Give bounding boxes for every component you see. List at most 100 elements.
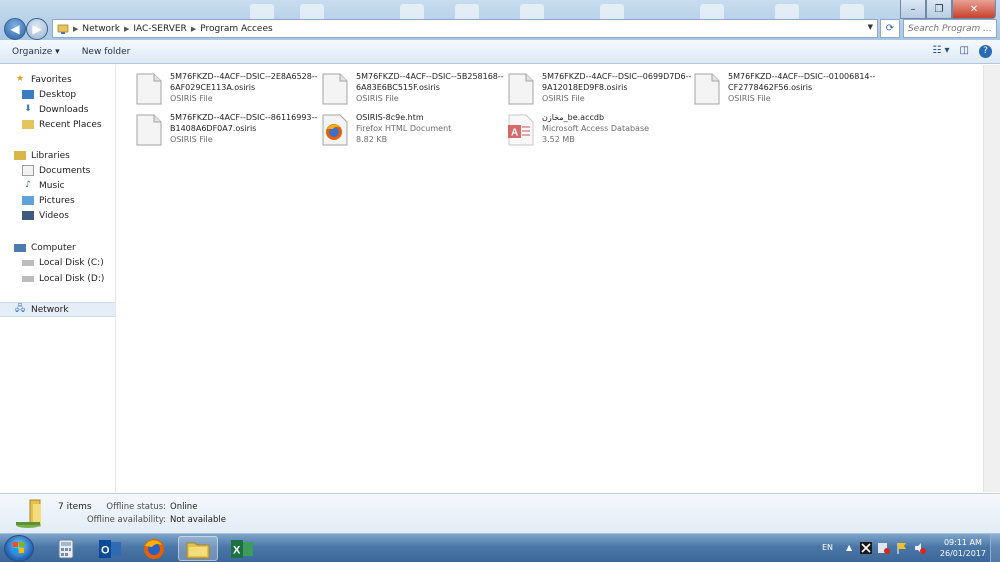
sidebar-item-label: Documents: [39, 165, 91, 176]
chevron-down-icon[interactable]: ▼: [868, 23, 873, 31]
file-size: 3.52 MB: [542, 135, 575, 144]
close-button[interactable]: ✕: [952, 0, 996, 19]
show-hidden-icons-icon[interactable]: ▲: [846, 543, 852, 552]
windows-logo-icon: [13, 542, 24, 553]
file-item[interactable]: OSIRIS-8c9e.htm Firefox HTML Document 8.82…: [322, 112, 502, 152]
arrow-left-icon: ◀: [10, 22, 20, 36]
file-item[interactable]: A مخازن_be.accdb Microsoft Access Databas…: [508, 112, 688, 152]
offline-status-label: Offline status:: [106, 502, 166, 512]
file-name: 5M76FKZD--4ACF--DSIC--5B258168--6A83E6BC…: [356, 72, 504, 92]
file-name: OSIRIS-8c9e.htm: [356, 113, 424, 122]
blank-file-icon: [694, 73, 720, 105]
star-icon: ★: [15, 74, 25, 84]
file-name: 5M76FKZD--4ACF--DSIC--0699D7D6--9A12018E…: [542, 72, 692, 92]
libraries-icon: [14, 151, 26, 160]
file-size: 8.82 KB: [356, 135, 388, 144]
new-folder-button[interactable]: New folder: [82, 47, 131, 57]
file-type: OSIRIS File: [542, 94, 585, 103]
svg-text:X: X: [233, 544, 241, 556]
file-name: 5M76FKZD--4ACF--DSIC--2E8A6528--6AF029CE…: [170, 72, 318, 92]
preview-pane-icon[interactable]: ◫: [960, 45, 969, 58]
vertical-scrollbar[interactable]: [983, 65, 1000, 492]
videos-icon: [22, 211, 34, 220]
language-indicator[interactable]: EN: [822, 543, 833, 552]
downloads-icon: ⬇: [24, 104, 32, 114]
sidebar-item-label: Libraries: [31, 150, 70, 161]
sidebar-item-label: Desktop: [39, 89, 77, 100]
change-view-icon[interactable]: ☷ ▾: [932, 45, 949, 58]
clock-time: 09:11 AM: [943, 538, 982, 547]
network-folder-large-icon: [16, 499, 41, 528]
drive-icon: [22, 275, 34, 282]
recent-places-icon: [22, 120, 34, 129]
file-type: OSIRIS File: [170, 94, 213, 103]
access-database-icon: A: [508, 114, 534, 146]
svg-text:A: A: [511, 128, 518, 139]
action-center-flag-icon[interactable]: [896, 542, 908, 554]
offline-availability-value: Not available: [170, 515, 226, 525]
file-type: Firefox HTML Document: [356, 124, 452, 133]
sidebar-item-label: Local Disk (C:): [39, 257, 104, 268]
file-type: OSIRIS File: [170, 135, 213, 144]
pictures-icon: [22, 196, 34, 205]
help-icon[interactable]: ?: [979, 45, 992, 58]
back-button[interactable]: ◀: [4, 18, 26, 40]
blank-file-icon: [322, 73, 348, 105]
volume-muted-icon[interactable]: [914, 542, 926, 554]
tray-alert-icon[interactable]: [878, 542, 890, 554]
firefox-icon: [144, 538, 164, 559]
organize-button[interactable]: Organize ▾: [12, 47, 60, 57]
taskbar-outlook[interactable]: O: [90, 536, 130, 561]
show-desktop-button[interactable]: [990, 534, 1000, 562]
arrow-right-icon: ▶: [32, 22, 42, 36]
taskbar-calculator[interactable]: [46, 536, 86, 561]
file-item[interactable]: 5M76FKZD--4ACF--DSIC--0699D7D6--9A12018E…: [508, 71, 691, 111]
folder-icon: [186, 542, 210, 558]
outlook-icon: O: [99, 539, 121, 558]
sidebar-item-libraries[interactable]: Libraries: [14, 148, 129, 163]
sidebar-item-favorites[interactable]: ★ Favorites: [14, 72, 129, 87]
sidebar-item-label: Pictures: [39, 195, 75, 206]
taskbar-excel[interactable]: X: [222, 536, 262, 561]
file-item[interactable]: 5M76FKZD--4ACF--DSIC--2E8A6528--6AF029CE…: [136, 71, 318, 111]
sidebar-item-label: Recent Places: [39, 119, 102, 130]
sidebar-item-label: Videos: [39, 210, 69, 221]
music-icon: ♪: [25, 180, 31, 190]
address-bar[interactable]: ▶ Network ▶ IAC-SERVER ▶ Program Accees …: [52, 19, 878, 38]
refresh-button[interactable]: ⟳: [880, 19, 900, 38]
svg-text:O: O: [101, 544, 110, 556]
blank-file-icon: [508, 73, 534, 105]
documents-icon: [22, 165, 34, 176]
tray-app-icon[interactable]: [860, 542, 872, 554]
breadcrumb-separator: ▶: [190, 24, 197, 33]
sidebar-item-computer[interactable]: Computer: [14, 240, 129, 255]
offline-availability-label: Offline availability:: [86, 515, 166, 525]
taskbar-explorer[interactable]: [178, 536, 218, 561]
file-item[interactable]: 5M76FKZD--4ACF--DSIC--86116993--B1408A6D…: [136, 112, 317, 152]
desktop-icon: [22, 90, 34, 99]
sidebar-item-network[interactable]: 🖧 Network: [0, 302, 115, 317]
breadcrumb-separator: ▶: [123, 24, 130, 33]
start-button[interactable]: [4, 535, 34, 562]
maximize-button[interactable]: ❐: [926, 0, 952, 19]
minimize-button[interactable]: –: [900, 0, 926, 19]
breadcrumb-network[interactable]: Network: [82, 24, 120, 34]
system-clock[interactable]: 09:11 AM 26/01/2017: [940, 537, 986, 559]
file-item[interactable]: 5M76FKZD--4ACF--DSIC--01006814--CF277846…: [694, 71, 875, 111]
view-controls: ☷ ▾ ◫ ?: [932, 45, 992, 58]
search-input[interactable]: Search Program ...: [903, 19, 997, 38]
file-type: OSIRIS File: [356, 94, 399, 103]
taskbar-firefox[interactable]: [134, 536, 174, 561]
forward-button[interactable]: ▶: [26, 18, 48, 40]
network-folder-icon: [57, 24, 69, 34]
taskbar: O X EN ▲ 09:11 AM 26/01/2017: [0, 533, 1000, 562]
command-bar: Organize ▾ New folder ☷ ▾ ◫ ?: [0, 40, 1000, 64]
breadcrumb-folder[interactable]: Program Accees: [200, 24, 273, 34]
excel-icon: X: [231, 539, 253, 558]
sidebar-item-label: Network: [31, 304, 69, 315]
drive-icon: [22, 259, 34, 266]
network-icon: 🖧: [14, 304, 26, 314]
breadcrumb-server[interactable]: IAC-SERVER: [133, 24, 186, 34]
file-item[interactable]: 5M76FKZD--4ACF--DSIC--5B258168--6A83E6BC…: [322, 71, 504, 111]
calculator-icon: [58, 539, 74, 558]
